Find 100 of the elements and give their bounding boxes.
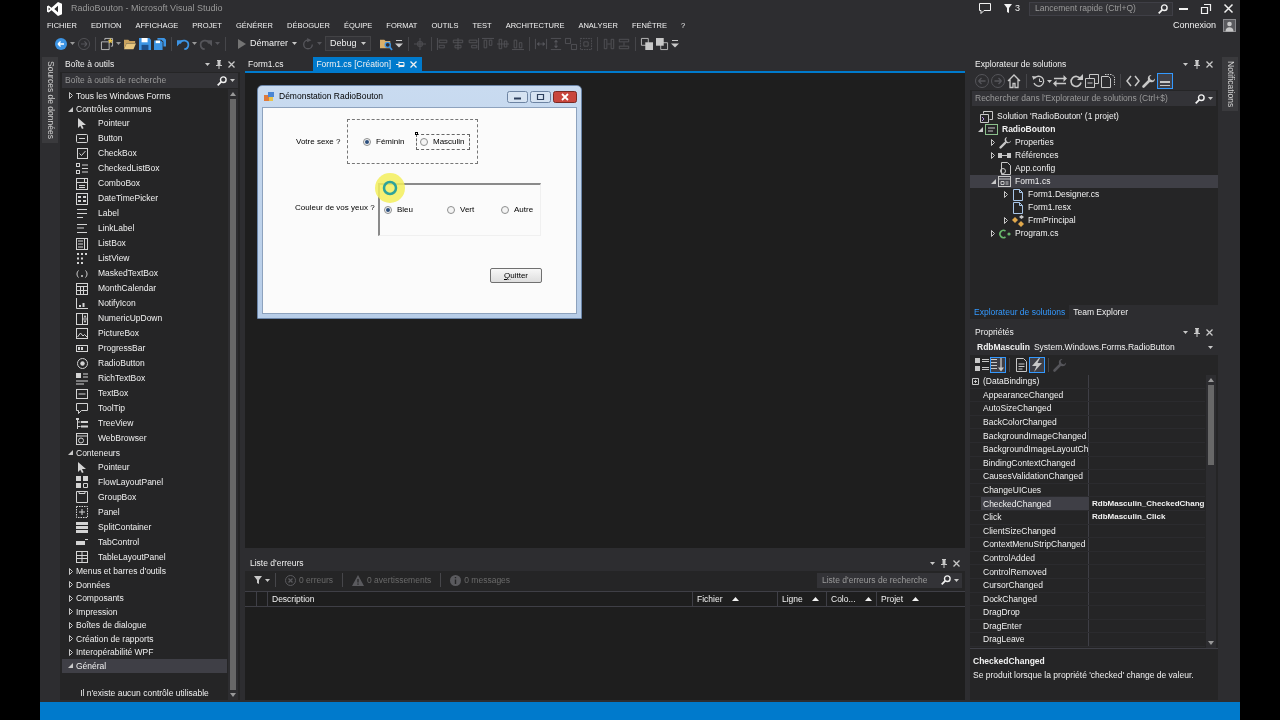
- toolbox-group[interactable]: Menus et barres d'outils: [62, 564, 227, 578]
- toolbox-group[interactable]: Contrôles communs: [62, 102, 227, 116]
- toolbox-item[interactable]: MaskedTextBox: [62, 266, 227, 281]
- swap-arrows-icon[interactable]: [1052, 73, 1068, 89]
- configuration-dropdown[interactable]: Debug: [325, 36, 371, 51]
- hollow-triangle-icon[interactable]: [1004, 191, 1008, 198]
- toolbox-item[interactable]: NotifyIcon: [62, 296, 227, 311]
- hollow-triangle-icon[interactable]: [68, 581, 73, 589]
- scroll-down-icon[interactable]: [230, 693, 236, 697]
- start-button[interactable]: Démarrer: [231, 35, 299, 52]
- filled-triangle-icon[interactable]: [68, 106, 73, 112]
- property-name[interactable]: ContextMenuStripChanged: [981, 538, 1088, 551]
- side-tab[interactable]: Sources de données: [42, 57, 58, 143]
- toolbox-item[interactable]: NumericUpDown: [62, 311, 227, 326]
- toolbox-item[interactable]: ListView: [62, 251, 227, 266]
- property-value[interactable]: RdbMasculin_Click: [1092, 512, 1166, 523]
- caret-icon[interactable]: [1183, 331, 1188, 334]
- document-tab[interactable]: Form1.cs: [245, 57, 314, 71]
- hollow-triangle-icon[interactable]: [68, 92, 73, 100]
- filled-triangle-icon[interactable]: [68, 450, 73, 456]
- resize-handle-icon[interactable]: [415, 132, 418, 135]
- property-name[interactable]: CheckedChanged: [981, 497, 1088, 510]
- panel-tab[interactable]: Explorateur de solutions: [970, 305, 1070, 319]
- filled-triangle-icon[interactable]: [990, 179, 996, 184]
- hollow-triangle-icon[interactable]: [68, 621, 73, 629]
- toolbox-item[interactable]: CheckBox: [62, 146, 227, 161]
- notification-count[interactable]: 3: [1015, 3, 1020, 14]
- radio-option[interactable]: Masculin: [416, 134, 470, 150]
- quick-launch-field[interactable]: Lancement rapide (Ctrl+Q): [1029, 1, 1173, 16]
- close-icon[interactable]: [553, 90, 577, 103]
- property-name[interactable]: DockChanged: [981, 592, 1088, 606]
- toolbox-item[interactable]: RadioButton: [62, 356, 227, 371]
- toolbox-item[interactable]: Pointeur: [62, 116, 227, 131]
- tree-item[interactable]: Properties: [970, 136, 1218, 149]
- toolbox-item[interactable]: Panel: [62, 504, 227, 520]
- hollow-triangle-icon[interactable]: [68, 648, 73, 656]
- property-name[interactable]: ChangeUICues: [981, 483, 1088, 497]
- filled-triangle-icon[interactable]: [977, 127, 983, 132]
- hollow-triangle-icon[interactable]: [68, 635, 73, 643]
- pin-icon[interactable]: [1194, 60, 1200, 69]
- toolbox-item[interactable]: RichTextBox: [62, 371, 227, 386]
- property-name[interactable]: BindingContextChanged: [981, 456, 1088, 470]
- wrench-icon[interactable]: [1141, 73, 1157, 89]
- tree-item[interactable]: Références: [970, 149, 1218, 162]
- toolbox-item[interactable]: FlowLayoutPanel: [62, 474, 227, 490]
- hollow-triangle-icon[interactable]: [991, 139, 995, 146]
- pin-icon[interactable]: [941, 559, 947, 568]
- tree-item[interactable]: RadioBouton: [970, 123, 1218, 136]
- user-silhouette-icon[interactable]: [1223, 19, 1236, 32]
- caret-icon[interactable]: [1047, 79, 1052, 83]
- property-name[interactable]: AppearanceChanged: [981, 388, 1088, 402]
- hollow-triangle-icon[interactable]: [68, 567, 73, 575]
- document-tab[interactable]: Form1.cs [Création]: [313, 57, 423, 71]
- minimize-icon[interactable]: [1179, 7, 1188, 10]
- stacked-squares-icon[interactable]: [641, 37, 653, 50]
- toolbox-item[interactable]: ComboBox: [62, 176, 227, 191]
- toolbox-group[interactable]: Composants: [62, 591, 227, 605]
- search-field[interactable]: Liste d'erreurs de recherche: [817, 572, 962, 588]
- property-name[interactable]: AutoSizeChanged: [981, 402, 1088, 415]
- property-name[interactable]: ClientSizeChanged: [981, 524, 1088, 538]
- column-header[interactable]: Fichier: [693, 592, 778, 606]
- toolbox-item[interactable]: LinkLabel: [62, 221, 227, 236]
- toolbox-item[interactable]: ListBox: [62, 236, 227, 251]
- property-page-icon[interactable]: [1013, 357, 1029, 373]
- toolbox-item[interactable]: Button: [62, 131, 227, 146]
- categorized-list-icon[interactable]: [974, 357, 990, 373]
- caret-icon[interactable]: [192, 42, 197, 45]
- column-header[interactable]: Ligne: [778, 592, 827, 606]
- toolbox-item[interactable]: Pointeur: [62, 459, 227, 475]
- property-name[interactable]: (DataBindings): [981, 375, 1088, 388]
- toolbox-item[interactable]: PictureBox: [62, 326, 227, 341]
- toolbox-item[interactable]: DateTimePicker: [62, 191, 227, 206]
- toolbox-item[interactable]: WebBrowser: [62, 431, 227, 446]
- toolbox-item[interactable]: TextBox: [62, 386, 227, 401]
- hollow-triangle-icon[interactable]: [991, 230, 995, 237]
- minimize-icon[interactable]: [507, 90, 528, 103]
- caret-icon[interactable]: [265, 578, 270, 582]
- restore-icon[interactable]: [1201, 3, 1211, 14]
- radio-option[interactable]: Bleu: [380, 202, 418, 218]
- caret-icon[interactable]: [205, 63, 210, 66]
- scrollbar[interactable]: [1206, 375, 1216, 648]
- scroll-up-icon[interactable]: [1208, 378, 1214, 382]
- new-item-icon[interactable]: [101, 37, 113, 50]
- scroll-up-icon[interactable]: [230, 92, 236, 96]
- side-tab[interactable]: Notifications: [1222, 57, 1238, 112]
- search-field[interactable]: Rechercher dans l'Explorateur de solutions (Ctrl+$): [972, 91, 1216, 106]
- caret-icon[interactable]: [930, 562, 935, 565]
- property-name[interactable]: DragEnter: [981, 619, 1088, 633]
- toolbox-group[interactable]: Interopérabilité WPF: [62, 645, 227, 659]
- property-name[interactable]: BackgroundImageChanged: [981, 429, 1088, 442]
- pin-icon[interactable]: [396, 60, 406, 68]
- toolbox-group[interactable]: Tous les Windows Forms: [62, 89, 227, 103]
- stacked-squares-icon[interactable]: [656, 37, 668, 50]
- property-name[interactable]: CausesValidationChanged: [981, 470, 1088, 483]
- caret-icon[interactable]: [116, 42, 121, 45]
- toolbox-item[interactable]: TabControl: [62, 534, 227, 550]
- toolbox-group[interactable]: Boîtes de dialogue: [62, 618, 227, 632]
- speech-bubble-icon[interactable]: [979, 3, 991, 14]
- caret-icon[interactable]: [1183, 63, 1188, 66]
- toolbox-group[interactable]: Création de rapports: [62, 632, 227, 646]
